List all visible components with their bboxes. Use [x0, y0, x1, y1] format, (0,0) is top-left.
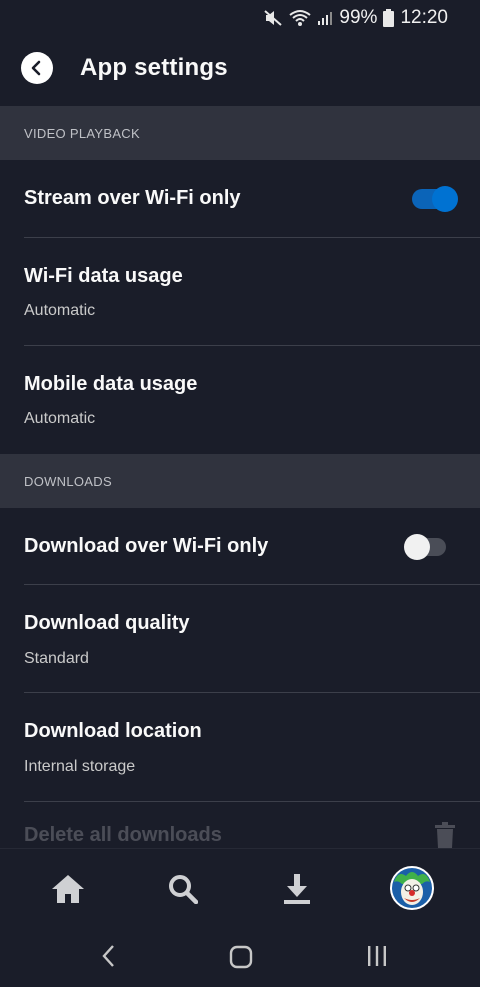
wifi-data-usage-value: Automatic [24, 302, 96, 319]
download-quality-value: Standard [24, 650, 89, 667]
mobile-data-usage-row[interactable]: Mobile data usage Automatic [0, 346, 480, 454]
download-wifi-only-row[interactable]: Download over Wi-Fi only [0, 508, 480, 584]
download-location-value: Internal storage [24, 758, 136, 775]
download-icon [284, 874, 310, 904]
wifi-data-usage-row[interactable]: Wi-Fi data usage Automatic [0, 238, 480, 346]
mute-icon [263, 9, 283, 27]
stream-wifi-only-toggle[interactable] [412, 186, 458, 212]
back-arrow-icon [31, 60, 41, 76]
page-title: App settings [80, 54, 228, 81]
delete-all-downloads-label: Delete all downloads [24, 824, 222, 846]
download-wifi-only-toggle[interactable] [404, 534, 446, 560]
toggle-knob [432, 186, 458, 212]
clock: 12:20 [400, 7, 448, 28]
wifi-icon [289, 9, 312, 27]
system-back-icon[interactable] [100, 944, 118, 968]
delete-all-downloads-row[interactable]: Delete all downloads [0, 812, 480, 848]
signal-icon [317, 10, 333, 26]
mobile-data-usage-label: Mobile data usage [24, 373, 198, 395]
search-icon [169, 875, 198, 904]
stream-wifi-only-label: Stream over Wi-Fi only [24, 187, 241, 209]
download-quality-row[interactable]: Download quality Standard [0, 585, 480, 693]
back-button[interactable] [21, 52, 53, 84]
profile-avatar[interactable] [390, 866, 434, 910]
bottom-nav [0, 848, 480, 926]
section-header-downloads: DOWNLOADS [0, 454, 480, 508]
nav-search[interactable] [163, 869, 203, 909]
divider [24, 801, 480, 802]
section-header-video-playback: VIDEO PLAYBACK [0, 106, 480, 160]
download-quality-label: Download quality [24, 612, 190, 634]
status-bar: 99% 12:20 [0, 0, 480, 36]
home-icon [52, 875, 84, 903]
toggle-knob [404, 534, 430, 560]
system-home-icon[interactable] [229, 945, 253, 969]
mobile-data-usage-value: Automatic [24, 410, 96, 427]
trash-icon [435, 822, 455, 848]
nav-downloads[interactable] [277, 869, 317, 909]
download-wifi-only-label: Download over Wi-Fi only [24, 535, 269, 557]
battery-icon [383, 9, 395, 27]
battery-percent: 99% [339, 7, 378, 28]
system-nav-bar [0, 926, 480, 987]
download-location-row[interactable]: Download location Internal storage [0, 693, 480, 801]
nav-home[interactable] [48, 869, 88, 909]
download-location-label: Download location [24, 720, 202, 742]
wifi-data-usage-label: Wi-Fi data usage [24, 265, 183, 287]
stream-wifi-only-row[interactable]: Stream over Wi-Fi only [0, 160, 480, 237]
app-header: App settings [0, 36, 480, 106]
system-recents-icon[interactable] [366, 946, 388, 966]
profile-avatar-image [392, 868, 432, 908]
